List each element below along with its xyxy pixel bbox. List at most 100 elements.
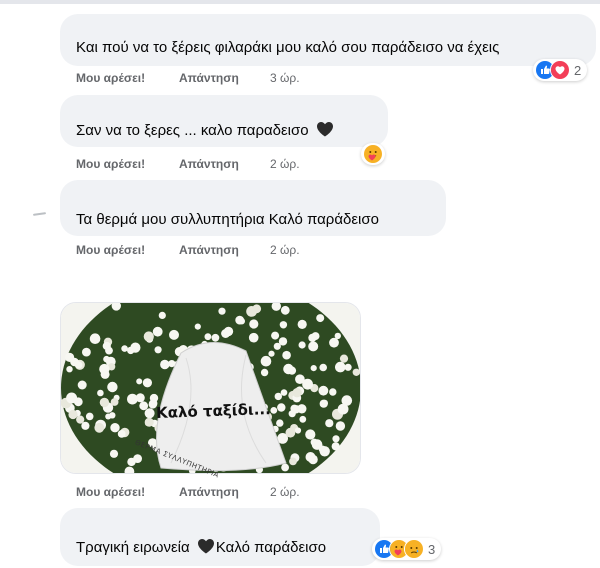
flower [302,378,313,390]
flower [249,319,259,329]
flower [311,332,320,341]
flower [325,419,334,428]
flower [329,337,339,348]
flower [65,352,75,362]
flower [332,435,340,443]
flower [331,442,340,451]
flower [211,333,220,342]
flower [133,454,142,463]
comment-text: Τα θερμά μου συλλυπητήρια Καλό παράδεισο [76,211,379,228]
flower [276,419,284,427]
flower [274,392,282,401]
comment-text: Τραγική ειρωνεία Καλό παράδεισο [76,538,326,558]
flower [130,342,141,353]
flower [66,392,78,404]
flower [299,415,307,423]
flower [66,366,73,373]
timestamp[interactable]: 2 ώρ. [270,484,300,500]
timestamp[interactable]: 2 ώρ. [270,242,300,258]
flower [260,368,269,377]
flower [289,457,297,466]
flower [273,342,281,350]
like-action[interactable]: Μου αρέσει! [76,484,145,500]
like-action[interactable]: Μου αρέσει! [76,242,145,258]
flower [316,314,325,323]
reactions-count: 3 [428,541,436,557]
flower [204,333,212,341]
flower [341,395,353,406]
flower [246,306,257,317]
flower [160,359,170,370]
comment-bubble-3: Τα θερμά μου συλλυπητήρια Καλό παράδεισο [60,180,446,236]
reply-action[interactable]: Απάντηση [179,70,239,86]
sad-icon [404,539,424,559]
like-action[interactable]: Μου αρέσει! [76,156,145,172]
reactions-summary-5[interactable]: 3 [372,538,442,560]
flower [75,361,83,369]
reactions-summary-1[interactable]: 2 [533,59,588,81]
flower [158,311,166,319]
flower [335,421,346,431]
flower [127,393,138,405]
flower [169,329,179,340]
flower [298,341,306,349]
care-icon [363,144,383,164]
timestamp[interactable]: 3 ώρ. [270,70,300,86]
flower [105,413,112,420]
flower [99,397,110,408]
flower [344,363,352,371]
flower [268,350,275,357]
reply-action[interactable]: Απάντηση [179,484,239,500]
flower [352,368,360,376]
flower [305,452,316,462]
top-divider [0,0,600,4]
flower [260,355,272,367]
black-heart-icon [316,122,333,137]
reply-action[interactable]: Απάντηση [179,156,239,172]
timestamp[interactable]: 2 ώρ. [270,156,300,172]
flower [139,401,149,411]
flower [290,404,299,413]
funeral-wreath-image [61,303,360,473]
like-action[interactable]: Μου αρέσει! [76,70,145,86]
flower [235,315,245,325]
comment-image[interactable] [60,302,361,474]
flower [121,345,128,352]
thread-line [32,212,47,216]
reactions-count: 2 [574,62,582,78]
reactions-summary-2[interactable] [361,143,385,165]
flower [319,446,330,457]
flower [97,389,104,397]
flower [223,326,234,337]
black-heart-icon [197,539,214,554]
flower [308,341,319,352]
flower [277,403,286,412]
flower [94,422,105,433]
flower [282,350,291,360]
comment-text-after: Καλό παράδεισο [215,539,327,556]
flower [154,346,162,354]
flower [107,381,118,393]
flower [102,341,111,351]
flower [305,429,316,440]
flower [292,388,302,398]
flower [68,409,78,420]
flower [110,398,119,406]
flower [339,354,349,363]
flower [248,332,259,343]
flower [271,331,280,340]
flower [334,332,341,340]
flower [109,449,119,458]
comment-text-before: Τραγική ειρωνεία [76,539,190,556]
flower [280,389,288,396]
flower [319,363,328,372]
flower [85,412,94,421]
reply-action[interactable]: Απάντηση [179,242,239,258]
love-icon [550,60,570,80]
flower [144,417,154,427]
flower [99,363,110,375]
flower [76,415,85,424]
flower [143,331,154,342]
flower [218,307,226,315]
comment-text: Και πού να το ξέρεις φιλαράκι μου καλό σ… [76,39,500,56]
